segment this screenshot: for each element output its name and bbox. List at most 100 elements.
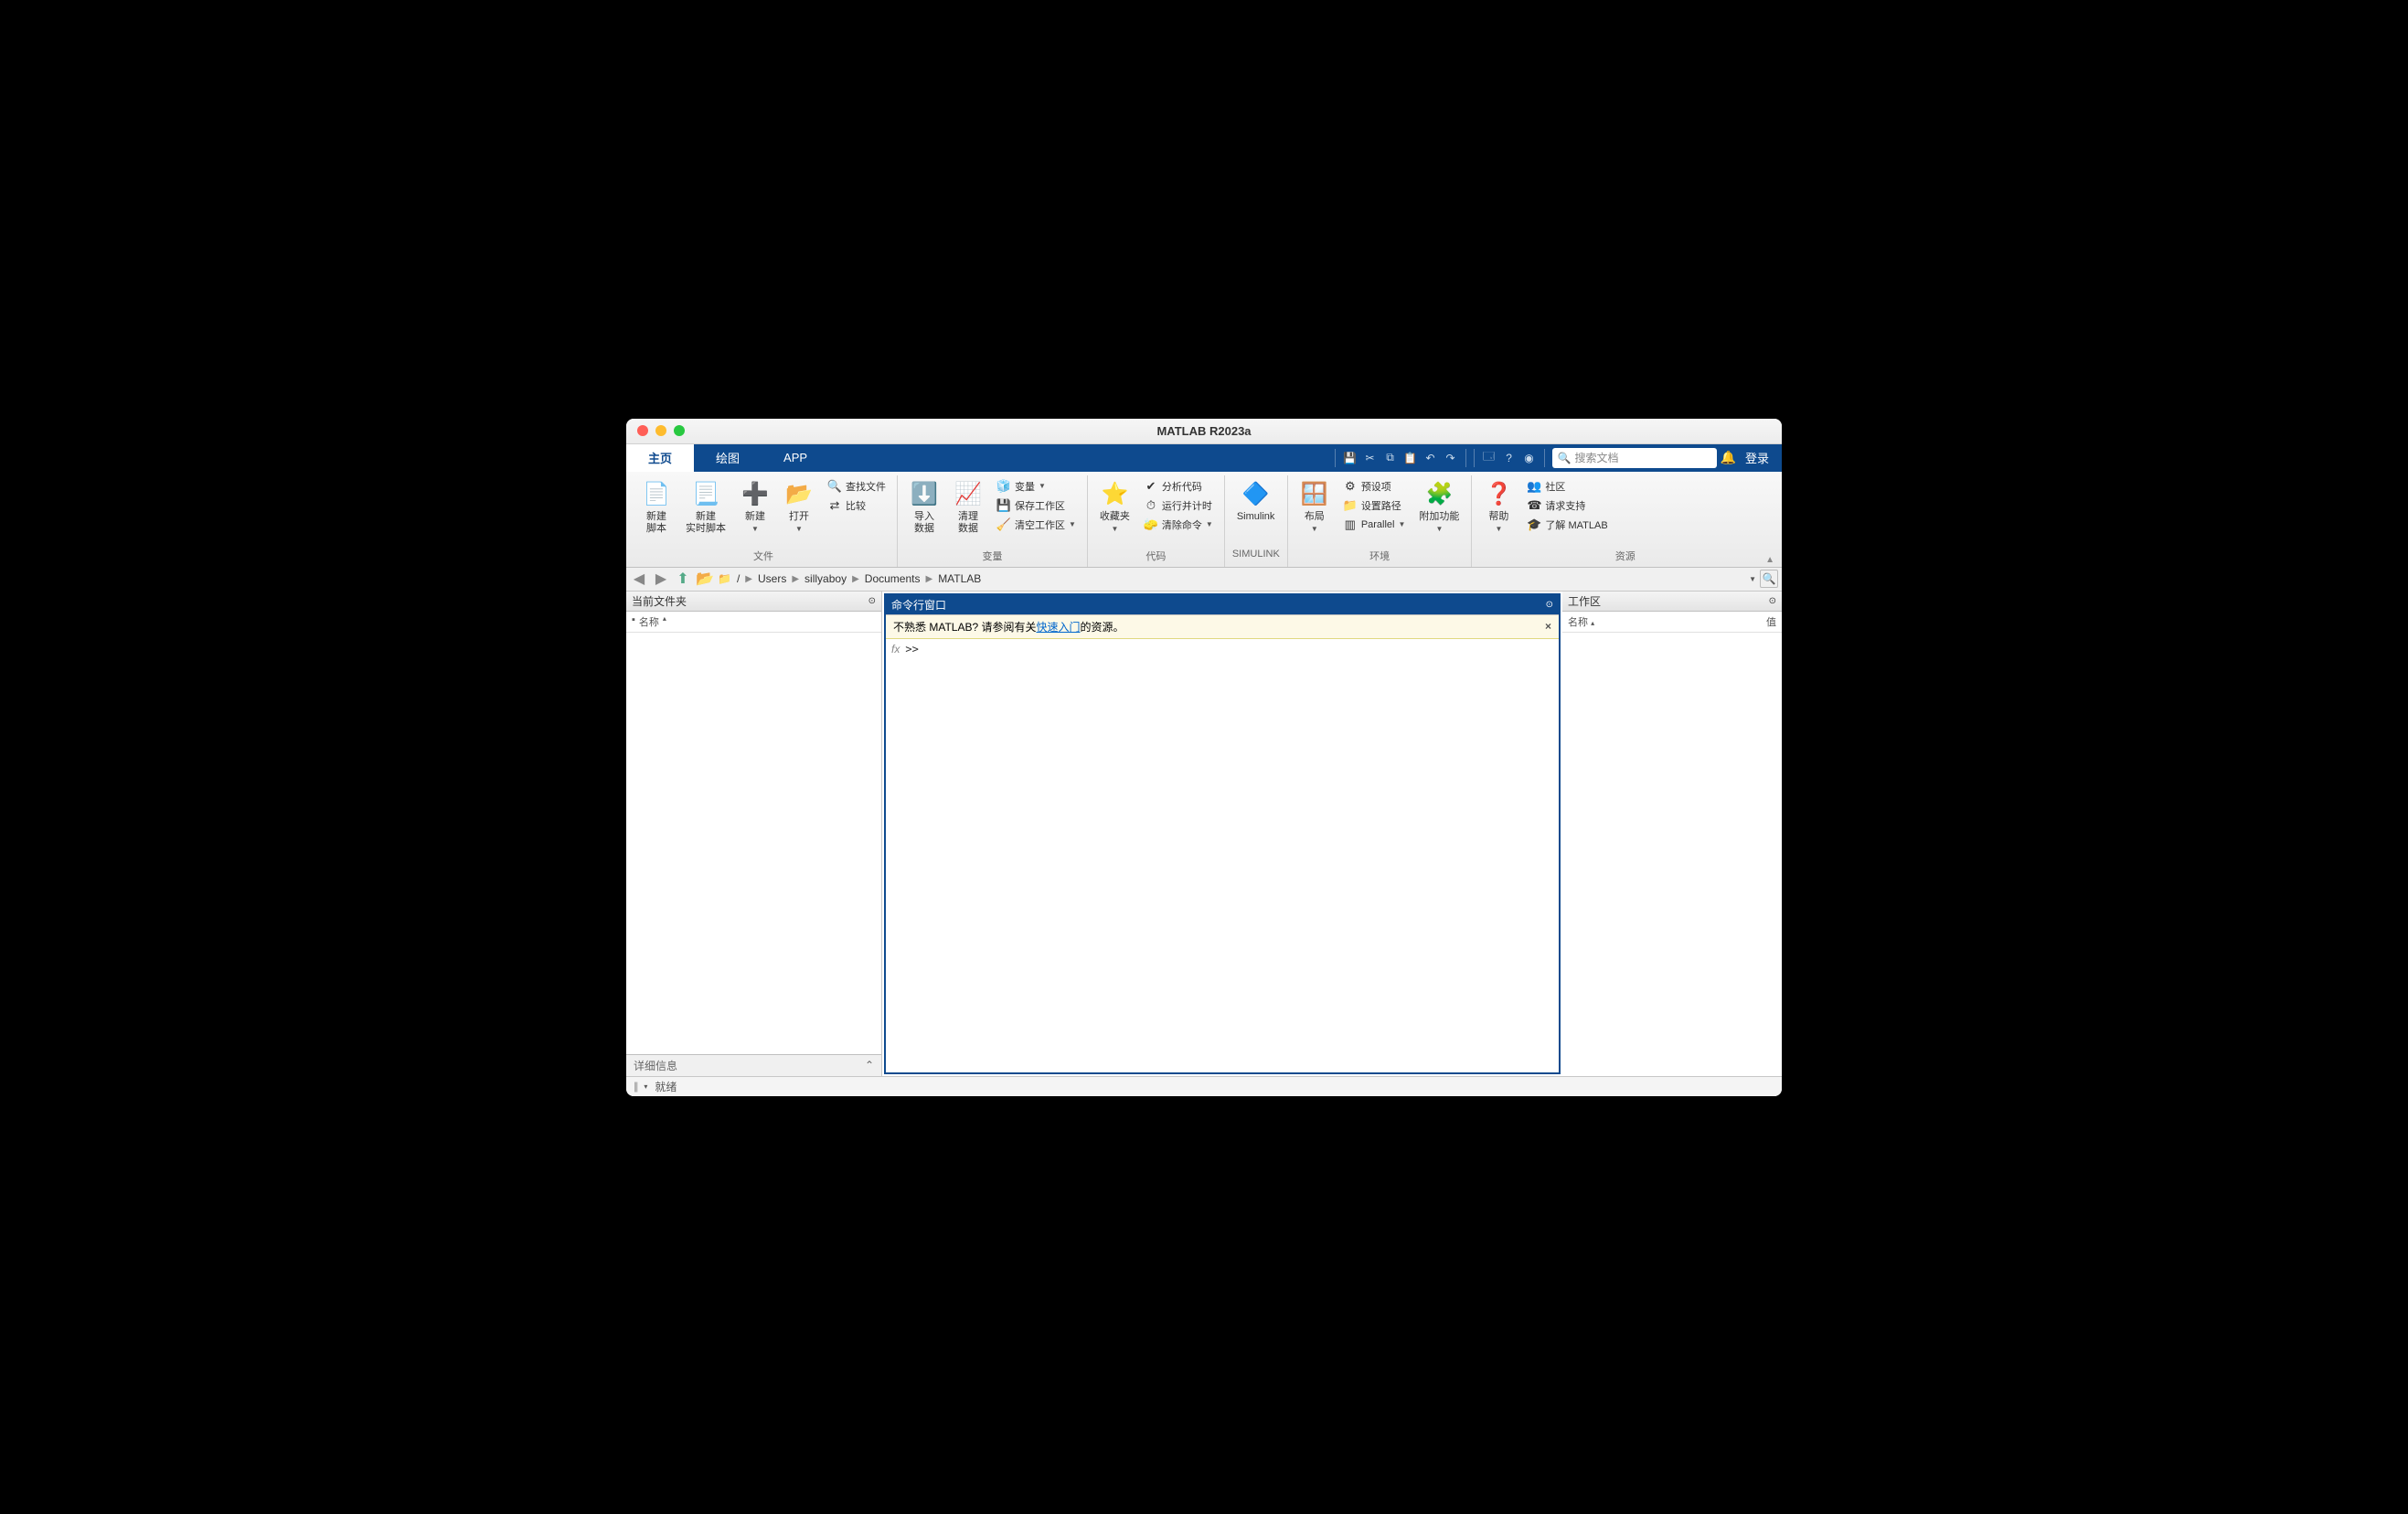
favorites-button[interactable]: ⭐ 收藏夹▼ <box>1095 477 1135 538</box>
panel-menu-icon[interactable]: ⊙ <box>868 596 876 606</box>
command-window-body[interactable]: fx >> <box>886 639 1559 1072</box>
panel-menu-icon[interactable]: ⊙ <box>1769 596 1776 606</box>
panel-menu-icon[interactable]: ⊙ <box>1546 600 1553 610</box>
search-docs-input[interactable]: 🔍 搜索文档 <box>1552 448 1717 468</box>
clear-commands-button[interactable]: 🧽清除命令 ▼ <box>1140 516 1217 534</box>
find-files-button[interactable]: 🔍查找文件 <box>824 477 890 496</box>
set-path-button[interactable]: 📁设置路径 <box>1339 496 1410 515</box>
path-search-button[interactable]: 🔍 <box>1760 570 1778 588</box>
breadcrumb-segment[interactable]: sillyaboy <box>804 572 847 585</box>
tab-apps[interactable]: APP <box>762 444 829 472</box>
tab-home[interactable]: 主页 <box>626 444 694 472</box>
plus-icon: ➕ <box>741 480 770 509</box>
save-icon[interactable]: 💾 <box>1341 449 1359 467</box>
favorites-icon: ⭐ <box>1100 480 1129 509</box>
clear-workspace-icon: 🧹 <box>996 517 1011 532</box>
layout-icon: 🪟 <box>1300 480 1329 509</box>
close-banner-button[interactable]: × <box>1545 620 1551 633</box>
new-live-script-icon: 📃 <box>691 480 720 509</box>
nav-forward-button[interactable]: ▶ <box>652 570 670 588</box>
learn-icon: 🎓 <box>1527 517 1541 532</box>
minimize-icon[interactable] <box>655 425 666 436</box>
folder-open-icon: 📂 <box>784 480 814 509</box>
quick-start-link[interactable]: 快速入门 <box>1036 621 1080 634</box>
analyze-code-button[interactable]: ✔分析代码 <box>1140 477 1217 496</box>
breadcrumb-segment[interactable]: MATLAB <box>938 572 981 585</box>
analyze-icon: ✔ <box>1144 479 1158 494</box>
simulink-button[interactable]: 🔷 Simulink <box>1232 477 1280 526</box>
breadcrumb-segment[interactable]: Documents <box>865 572 921 585</box>
titlebar: MATLAB R2023a <box>626 419 1782 444</box>
chevron-down-icon: ▼ <box>1206 520 1213 528</box>
compare-button[interactable]: ⇄比较 <box>824 496 890 515</box>
path-dropdown-icon[interactable]: ▼ <box>1749 575 1756 583</box>
help-icon[interactable]: ? <box>1500 449 1518 467</box>
toolstrip-tabs: 主页 绘图 APP 💾 ✂ ⧉ 📋 ↶ ↷ 🗔 ? ◉ 🔍 搜索文档 🔔 登录 <box>626 444 1782 472</box>
redo-icon[interactable]: ↷ <box>1442 449 1460 467</box>
clear-workspace-button[interactable]: 🧹清空工作区 ▼ <box>993 516 1080 534</box>
current-folder-header[interactable]: 当前文件夹 ⊙ <box>626 592 881 612</box>
chevron-down-icon: ▼ <box>1495 525 1502 533</box>
workspace-column-headers[interactable]: 名称 ▴ 值 <box>1562 612 1782 633</box>
save-workspace-button[interactable]: 💾保存工作区 <box>993 496 1080 515</box>
chevron-down-icon: ▼ <box>1435 525 1443 533</box>
window-title: MATLAB R2023a <box>1156 424 1251 438</box>
gear-icon: ⚙ <box>1343 479 1358 494</box>
open-button[interactable]: 📂 打开▼ <box>780 477 818 538</box>
collapse-toolstrip-icon[interactable]: ▲ <box>1765 555 1774 565</box>
workspace-header[interactable]: 工作区 ⊙ <box>1562 592 1782 612</box>
community-button[interactable]: 👥社区 <box>1523 477 1611 496</box>
fx-icon[interactable]: fx <box>891 643 900 656</box>
clean-data-icon: 📈 <box>954 480 983 509</box>
undo-icon[interactable]: ↶ <box>1422 449 1440 467</box>
new-variable-button[interactable]: 🧊变量 ▼ <box>993 477 1080 496</box>
current-folder-list[interactable] <box>626 633 881 1054</box>
learn-matlab-button[interactable]: 🎓了解 MATLAB <box>1523 516 1611 534</box>
preferences-button[interactable]: ⚙预设项 <box>1339 477 1410 496</box>
ribbon-group-code: ⭐ 收藏夹▼ ✔分析代码 ⏱运行并计时 🧽清除命令 ▼ 代码 <box>1088 475 1225 567</box>
cut-icon[interactable]: ✂ <box>1361 449 1380 467</box>
current-folder-column-header[interactable]: ▪ 名称 ▴ <box>626 612 881 633</box>
tab-plots[interactable]: 绘图 <box>694 444 762 472</box>
clean-data-button[interactable]: 📈 清理 数据 <box>949 477 987 538</box>
chevron-down-icon: ▼ <box>795 525 803 533</box>
command-window-header[interactable]: 命令行窗口 ⊙ <box>886 595 1559 615</box>
close-icon[interactable] <box>637 425 648 436</box>
status-bar: ||| ▾ 就绪 <box>626 1076 1782 1096</box>
sort-asc-icon: ▴ <box>663 614 666 629</box>
import-data-button[interactable]: ⬇️ 导入 数据 <box>905 477 943 538</box>
new-script-button[interactable]: 📄 新建 脚本 <box>637 477 676 538</box>
workspace-list[interactable] <box>1562 633 1782 1076</box>
status-menu-icon[interactable]: ▾ <box>644 1082 647 1091</box>
paste-icon[interactable]: 📋 <box>1401 449 1420 467</box>
about-icon[interactable]: ◉ <box>1520 449 1539 467</box>
chevron-down-icon: ▼ <box>1399 520 1406 528</box>
nav-up-button[interactable]: ⬆ <box>674 570 692 588</box>
zoom-icon[interactable] <box>674 425 685 436</box>
switch-windows-icon[interactable]: 🗔 <box>1480 449 1498 467</box>
details-panel-header[interactable]: 详细信息 ⌃ <box>626 1054 881 1076</box>
breadcrumb-segment[interactable]: / <box>737 572 740 585</box>
nav-back-button[interactable]: ◀ <box>630 570 648 588</box>
run-and-time-button[interactable]: ⏱运行并计时 <box>1140 496 1217 515</box>
request-support-button[interactable]: ☎请求支持 <box>1523 496 1611 515</box>
notifications-icon[interactable]: 🔔 <box>1721 450 1736 465</box>
login-button[interactable]: 登录 <box>1740 449 1774 466</box>
compare-icon: ⇄ <box>827 498 842 513</box>
nav-browse-button[interactable]: 📂 <box>696 570 714 588</box>
breadcrumb-segment[interactable]: Users <box>758 572 786 585</box>
parallel-button[interactable]: ▥Parallel ▼ <box>1339 516 1410 534</box>
chevron-right-icon: ▶ <box>792 574 799 584</box>
copy-icon[interactable]: ⧉ <box>1381 449 1400 467</box>
new-live-script-button[interactable]: 📃 新建 实时脚本 <box>681 477 730 538</box>
quick-access-toolbar: 💾 ✂ ⧉ 📋 ↶ ↷ <box>1335 449 1466 467</box>
status-grip-icon: ||| <box>634 1080 636 1093</box>
new-button[interactable]: ➕ 新建▼ <box>736 477 774 538</box>
command-prompt: >> <box>905 643 918 656</box>
layout-button[interactable]: 🪟 布局▼ <box>1295 477 1334 538</box>
expand-icon[interactable]: ⌃ <box>865 1059 874 1072</box>
help-button[interactable]: ❓ 帮助▼ <box>1479 477 1518 538</box>
clear-commands-icon: 🧽 <box>1144 517 1158 532</box>
addons-button[interactable]: 🧩 附加功能▼ <box>1414 477 1464 538</box>
workspace-area: 当前文件夹 ⊙ ▪ 名称 ▴ 详细信息 ⌃ 命令行窗口 ⊙ 不熟悉 MATLAB… <box>626 592 1782 1076</box>
